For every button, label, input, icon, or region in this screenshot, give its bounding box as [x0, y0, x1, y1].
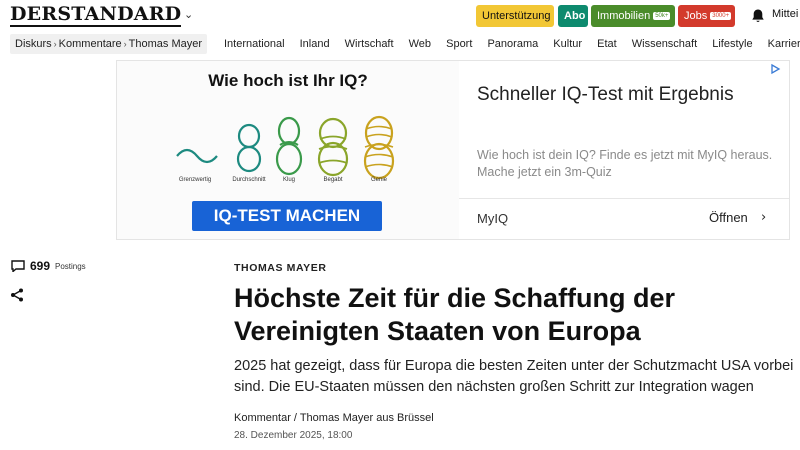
nav-item-international[interactable]: International [224, 38, 285, 50]
site-logo[interactable]: DERSTANDARD [10, 4, 182, 27]
jobs-button[interactable]: Jobs 3000+ [678, 5, 735, 27]
breadcrumb-item[interactable]: Kommentare [59, 38, 122, 50]
nav-item-wirtschaft[interactable]: Wirtschaft [345, 38, 394, 50]
advertisement[interactable]: Wie hoch ist Ihr IQ? Grenzwertig Durchsc… [116, 60, 790, 240]
ad-title[interactable]: Schneller IQ-Test mit Ergebnis [477, 81, 777, 108]
nav-item-wissenschaft[interactable]: Wissenschaft [632, 38, 697, 50]
immobilien-label: Immobilien [597, 10, 651, 22]
article-date: 28. Dezember 2025, 18:00 [234, 430, 353, 441]
article-byline: Kommentar / Thomas Mayer aus Brüssel [234, 412, 434, 424]
ad-brand: MyIQ [477, 211, 509, 226]
article-lead: 2025 hat gezeigt, dass für Europa die be… [234, 358, 794, 395]
ad-description: Wie hoch ist dein IQ? Finde es jetzt mit… [477, 148, 773, 179]
jobs-label: Jobs [684, 10, 708, 22]
user-menu[interactable]: Mittei [772, 8, 798, 20]
adchoices-icon[interactable] [769, 63, 781, 75]
share-icon[interactable] [10, 288, 24, 302]
nav-item-etat[interactable]: Etat [597, 38, 617, 50]
breadcrumb-item[interactable]: Diskurs [15, 38, 52, 50]
nav-item-lifestyle[interactable]: Lifestyle [712, 38, 752, 50]
jobs-badge: 3000+ [710, 12, 732, 20]
bell-icon[interactable] [750, 8, 766, 24]
nav-item-sport[interactable]: Sport [446, 38, 472, 50]
nav-item-web[interactable]: Web [409, 38, 431, 50]
support-button[interactable]: Unterstützung [476, 5, 554, 27]
breadcrumb-item[interactable]: Thomas Mayer [129, 38, 202, 50]
comment-icon [11, 260, 25, 272]
nav-item-kultur[interactable]: Kultur [553, 38, 582, 50]
postings-label: Postings [55, 262, 86, 271]
main-nav: Diskurs › Kommentare › Thomas Mayer Internat… [0, 34, 800, 56]
ad-image[interactable]: Wie hoch ist Ihr IQ? Grenzwertig Durchsc… [117, 61, 459, 239]
nav-item-karriere[interactable]: Karriere [768, 38, 800, 50]
nav-item-inland[interactable]: Inland [300, 38, 330, 50]
chevron-down-icon[interactable]: ⌄ [184, 8, 193, 21]
immobilien-badge: 50k+ [653, 12, 671, 20]
figure-label: Grenzwertig [178, 177, 212, 183]
ad-open-button[interactable]: Öffnen [709, 210, 748, 225]
figure-label: Genie [370, 177, 387, 183]
ad-image-heading: Wie hoch ist Ihr IQ? [208, 71, 368, 90]
ad-text-panel[interactable]: Schneller IQ-Test mit Ergebnis Wie hoch … [459, 61, 789, 239]
chevron-right-icon: › [123, 39, 127, 49]
article-headline: Höchste Zeit für die Schaffung der Verei… [234, 283, 676, 346]
chevron-right-icon: › [53, 39, 57, 49]
section-nav: International Inland Wirtschaft Web Spor… [224, 34, 800, 54]
immobilien-button[interactable]: Immobilien 50k+ [591, 5, 675, 27]
ad-cta-button[interactable]: IQ-TEST MACHEN [192, 201, 382, 231]
ad-divider [459, 198, 789, 199]
article-kicker[interactable]: THOMAS MAYER [234, 262, 327, 274]
top-bar: DERSTANDARD ⌄ Unterstützung Abo Immobili… [0, 0, 800, 32]
abo-button[interactable]: Abo [558, 5, 588, 27]
breadcrumb: Diskurs › Kommentare › Thomas Mayer [10, 34, 208, 54]
chevron-right-icon[interactable]: › [761, 210, 766, 225]
postings-count: 699 [30, 259, 51, 273]
nav-item-panorama[interactable]: Panorama [487, 38, 538, 50]
